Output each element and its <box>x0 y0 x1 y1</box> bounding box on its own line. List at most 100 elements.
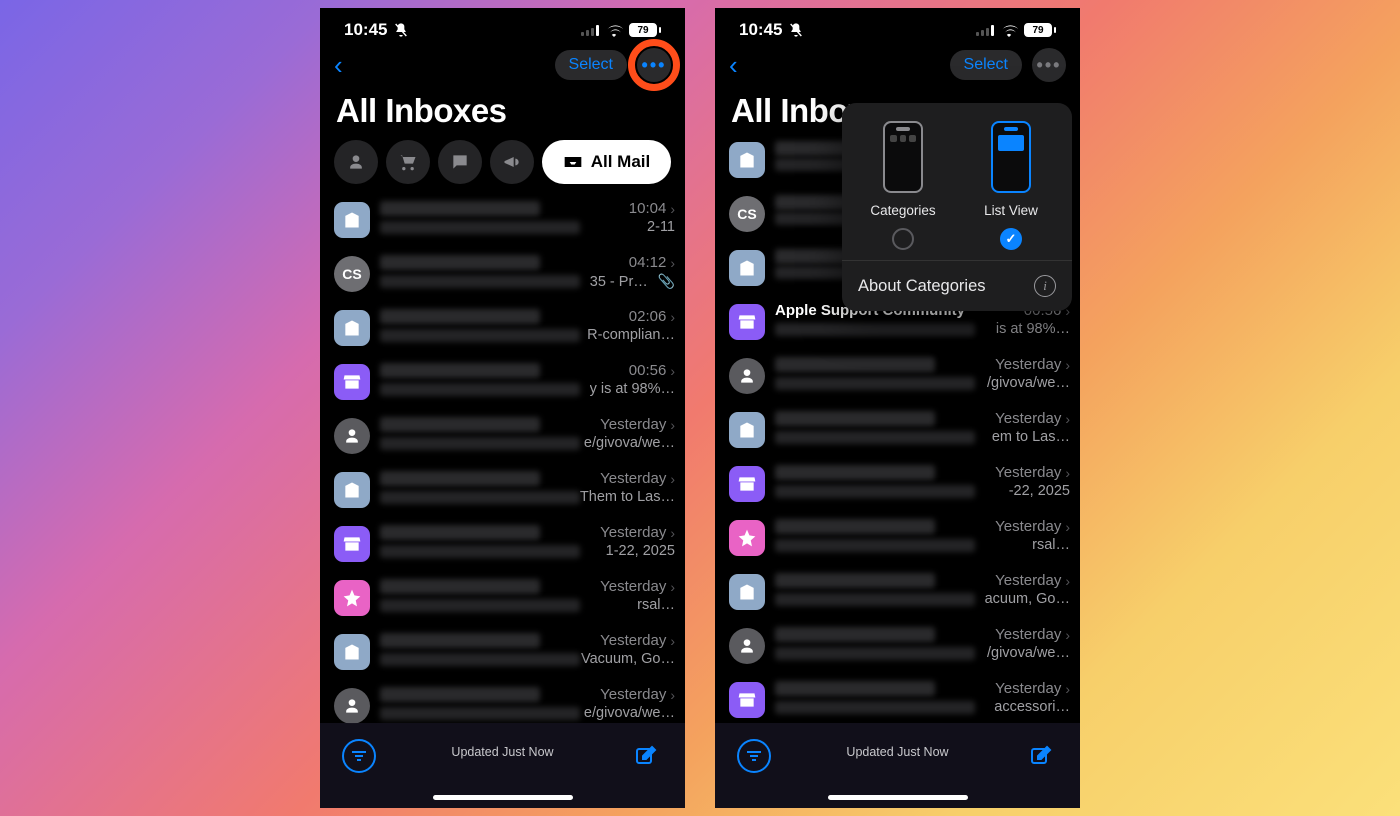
timestamp: Yesterday <box>600 524 666 541</box>
mail-row[interactable]: Yesterday›Them to Las… <box>320 466 685 520</box>
silent-icon <box>393 22 409 38</box>
snippet: rsal… <box>637 597 675 613</box>
mail-row[interactable]: Yesterday›rsal… <box>715 514 1080 568</box>
timestamp: Yesterday <box>995 464 1061 481</box>
mail-row[interactable]: Yesterday›/givova/we… <box>715 622 1080 676</box>
snippet: /givova/we… <box>987 645 1070 661</box>
snippet: em to Las… <box>992 429 1070 445</box>
chevron-right-icon: › <box>670 417 675 433</box>
sender <box>380 471 540 486</box>
avatar-icon <box>334 688 370 724</box>
subject-blur <box>380 437 580 450</box>
select-button[interactable]: Select <box>555 50 627 80</box>
battery-indicator: 79 <box>1024 23 1056 37</box>
mail-row[interactable]: CS04:12›35 - Pr…📎 <box>320 250 685 304</box>
chevron-right-icon: › <box>1065 627 1070 643</box>
sender <box>380 633 540 648</box>
option-categories-label: Categories <box>870 203 935 218</box>
mail-row[interactable]: 00:56›y is at 98%… <box>320 358 685 412</box>
mail-row[interactable]: Yesterday›/givova/we… <box>715 352 1080 406</box>
mail-row[interactable]: Yesterday›em to Las… <box>715 406 1080 460</box>
option-categories[interactable]: Categories <box>852 121 954 250</box>
category-primary[interactable] <box>334 140 378 184</box>
phone-screenshot-left: 10:45 79 ‹ Select ••• All Inboxes <box>320 8 685 808</box>
mail-row[interactable]: Yesterday›1-22, 2025 <box>320 520 685 574</box>
category-filter-row: All Mail <box>320 140 685 196</box>
timestamp: Yesterday <box>600 632 666 649</box>
message-list[interactable]: 10:04›2-11CS04:12›35 - Pr…📎02:06›R-compl… <box>320 196 685 736</box>
back-button[interactable]: ‹ <box>723 50 744 81</box>
subject-blur <box>775 323 975 336</box>
more-button[interactable]: ••• <box>1032 48 1066 82</box>
avatar-icon <box>334 310 370 346</box>
row-meta: 00:56› <box>629 362 675 379</box>
chevron-right-icon: › <box>670 579 675 595</box>
mail-row[interactable]: Yesterday›-22, 2025 <box>715 460 1080 514</box>
mail-row[interactable]: Yesterday›e/givova/we… <box>320 412 685 466</box>
chevron-right-icon: › <box>670 471 675 487</box>
row-meta: Yesterday› <box>995 680 1070 697</box>
about-categories-row[interactable]: About Categories i <box>842 260 1072 311</box>
row-meta: Yesterday› <box>995 356 1070 373</box>
filter-button[interactable] <box>342 739 376 773</box>
subject-blur <box>775 431 975 444</box>
row-meta: 10:04› <box>629 200 675 217</box>
avatar-icon <box>729 304 765 340</box>
avatar-icon <box>729 142 765 178</box>
category-promotions[interactable] <box>490 140 534 184</box>
avatar-icon <box>729 520 765 556</box>
category-transactions[interactable] <box>386 140 430 184</box>
page-title: All Inboxes <box>320 88 685 140</box>
sender <box>380 687 540 702</box>
mail-row[interactable]: Yesterday›acuum, Go… <box>715 568 1080 622</box>
snippet: 35 - Pr… <box>590 274 648 290</box>
subject-blur <box>775 539 975 552</box>
avatar-icon <box>334 418 370 454</box>
subject-blur <box>775 377 975 390</box>
mail-row[interactable]: Yesterday›accessori… <box>715 676 1080 730</box>
chevron-right-icon: › <box>1065 519 1070 535</box>
sender <box>775 519 935 534</box>
attachment-icon: 📎 <box>658 273 675 290</box>
info-icon[interactable]: i <box>1034 275 1056 297</box>
avatar-icon <box>729 358 765 394</box>
radio-unchecked[interactable] <box>892 228 914 250</box>
wifi-icon <box>1000 24 1018 37</box>
filter-button[interactable] <box>737 739 771 773</box>
all-mail-tab[interactable]: All Mail <box>542 140 671 184</box>
subject-blur <box>775 647 975 660</box>
select-button[interactable]: Select <box>950 50 1022 80</box>
compose-button[interactable] <box>629 739 663 773</box>
subject-blur <box>380 545 580 558</box>
mail-row[interactable]: Yesterday›rsal… <box>320 574 685 628</box>
avatar-icon <box>729 628 765 664</box>
chevron-right-icon: › <box>1065 681 1070 697</box>
phone-screenshot-right: 10:45 79 ‹ Select ••• All Inboxes ›CS››A… <box>715 8 1080 808</box>
home-indicator[interactable] <box>828 795 968 800</box>
subject-blur <box>380 599 580 612</box>
mail-row[interactable]: 02:06›R-complian… <box>320 304 685 358</box>
cellular-icon <box>581 24 599 36</box>
snippet: 2-11 <box>647 219 675 235</box>
radio-checked[interactable] <box>1000 228 1022 250</box>
home-indicator[interactable] <box>433 795 573 800</box>
more-button[interactable]: ••• <box>637 48 671 82</box>
compose-button[interactable] <box>1024 739 1058 773</box>
avatar-icon <box>729 466 765 502</box>
status-bar: 10:45 79 <box>320 8 685 42</box>
option-list-view[interactable]: List View <box>960 121 1062 250</box>
snippet: -22, 2025 <box>1009 483 1070 499</box>
category-updates[interactable] <box>438 140 482 184</box>
row-meta: Yesterday› <box>600 686 675 703</box>
mail-row[interactable]: Yesterday›Vacuum, Go… <box>320 628 685 682</box>
status-time: 10:45 <box>344 20 387 40</box>
avatar-icon <box>334 526 370 562</box>
timestamp: Yesterday <box>600 470 666 487</box>
mail-row[interactable]: 10:04› 2-11 <box>320 196 685 250</box>
subject-blur <box>380 275 580 288</box>
cellular-icon <box>976 24 994 36</box>
update-status: Updated Just Now <box>451 739 553 759</box>
avatar-icon <box>334 634 370 670</box>
subject-blur <box>380 383 580 396</box>
back-button[interactable]: ‹ <box>328 50 349 81</box>
